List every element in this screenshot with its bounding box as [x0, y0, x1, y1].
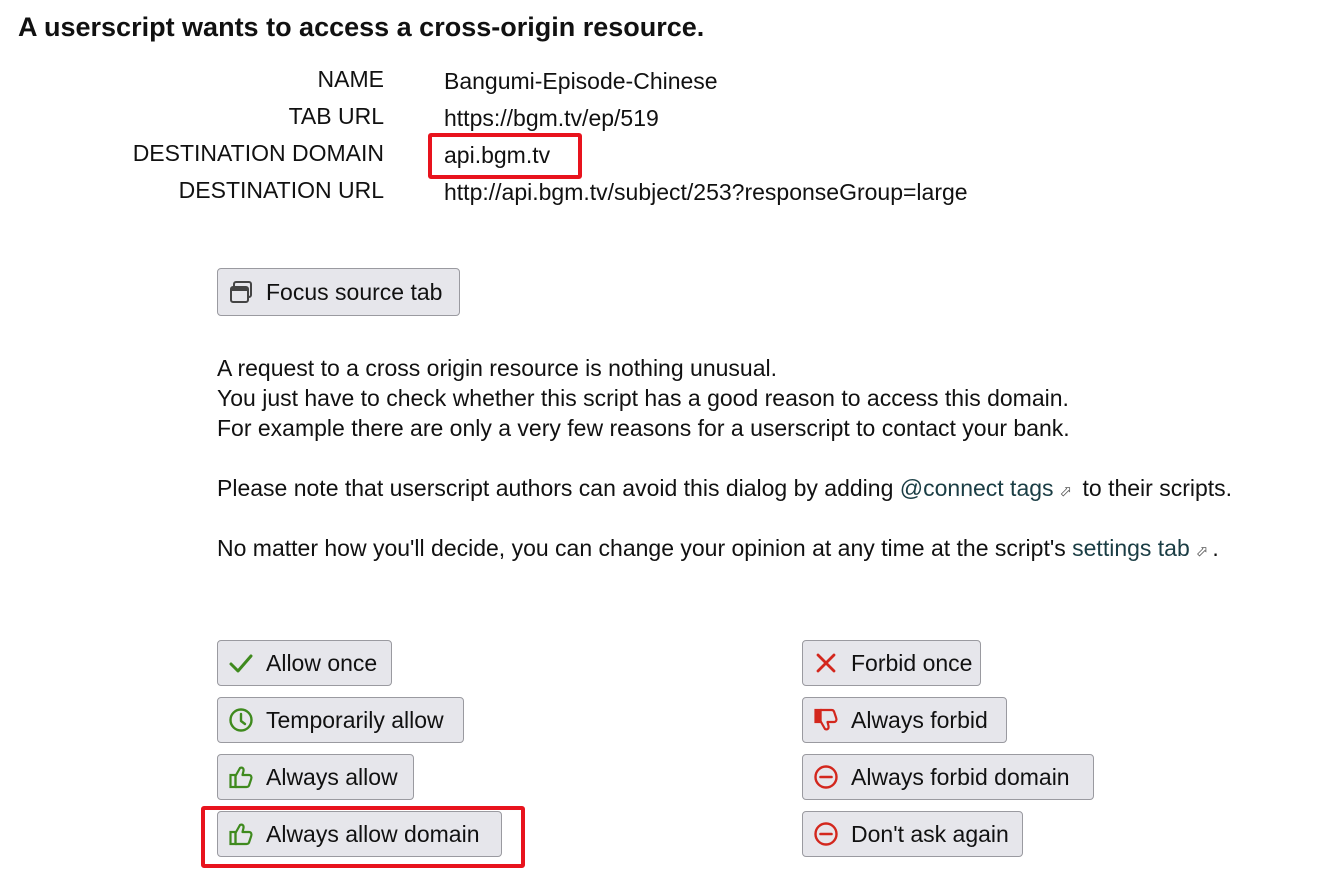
- dont-ask-again-button[interactable]: Don't ask again: [802, 811, 1023, 857]
- always-allow-domain-label: Always allow domain: [266, 820, 480, 847]
- x-icon: [813, 650, 839, 676]
- settings-note-suffix: .: [1212, 535, 1219, 561]
- always-allow-domain-button[interactable]: Always allow domain: [217, 811, 502, 857]
- focus-source-tab-label: Focus source tab: [266, 278, 443, 305]
- temporarily-allow-button[interactable]: Temporarily allow: [217, 697, 464, 743]
- check-icon: [228, 650, 254, 676]
- info-row-destination-url: DESTINATION URL http://api.bgm.tv/subjec…: [0, 177, 1322, 209]
- always-forbid-button[interactable]: Always forbid: [802, 697, 1007, 743]
- thumbs-up-icon: [228, 821, 254, 847]
- connect-note-suffix: to their scripts.: [1076, 475, 1233, 501]
- thumbs-up-icon: [228, 764, 254, 790]
- settings-note-prefix: No matter how you'll decide, you can cha…: [217, 535, 1073, 561]
- clock-icon: [228, 707, 254, 733]
- focus-source-tab-button[interactable]: Focus source tab: [217, 268, 460, 316]
- destination-domain-label: DESTINATION DOMAIN: [132, 140, 384, 166]
- always-forbid-label: Always forbid: [851, 706, 988, 733]
- destination-url-value: http://api.bgm.tv/subject/253?responseGr…: [444, 179, 968, 205]
- connect-note-prefix: Please note that userscript authors can …: [217, 475, 900, 501]
- settings-note: No matter how you'll decide, you can cha…: [217, 533, 1219, 567]
- window-icon: [228, 279, 254, 305]
- dont-ask-again-label: Don't ask again: [851, 820, 1009, 847]
- always-allow-button[interactable]: Always allow: [217, 754, 414, 800]
- allow-once-button[interactable]: Allow once: [217, 640, 392, 686]
- destination-domain-value: api.bgm.tv: [444, 142, 551, 168]
- external-link-icon: ⬀: [1059, 483, 1073, 500]
- connect-tags-link[interactable]: @connect tags: [900, 475, 1054, 501]
- temporarily-allow-label: Temporarily allow: [266, 706, 444, 733]
- destination-url-label: DESTINATION URL: [178, 177, 384, 203]
- external-link-icon: ⬀: [1195, 543, 1209, 560]
- allow-once-label: Allow once: [266, 649, 378, 676]
- connect-note: Please note that userscript authors can …: [217, 473, 1232, 507]
- always-forbid-domain-button[interactable]: Always forbid domain: [802, 754, 1094, 800]
- page-title: A userscript wants to access a cross-ori…: [18, 12, 705, 42]
- minus-circle-icon: [813, 764, 839, 790]
- info-row-name: NAME Bangumi-Episode-Chinese: [0, 66, 1322, 98]
- info-row-tab-url: TAB URL https://bgm.tv/ep/519: [0, 103, 1322, 135]
- tab-url-label: TAB URL: [288, 103, 384, 129]
- minus-circle-icon: [813, 821, 839, 847]
- description-line-3: For example there are only a very few re…: [217, 415, 1070, 441]
- info-row-destination-domain: DESTINATION DOMAIN api.bgm.tv: [0, 140, 1322, 172]
- always-forbid-domain-label: Always forbid domain: [851, 763, 1070, 790]
- description-line-1: A request to a cross origin resource is …: [217, 355, 777, 381]
- name-value: Bangumi-Episode-Chinese: [444, 68, 718, 94]
- settings-tab-link[interactable]: settings tab: [1072, 535, 1190, 561]
- thumbs-down-icon: [813, 707, 839, 733]
- forbid-once-label: Forbid once: [851, 649, 973, 676]
- tab-url-value: https://bgm.tv/ep/519: [444, 105, 659, 131]
- forbid-once-button[interactable]: Forbid once: [802, 640, 981, 686]
- always-allow-label: Always allow: [266, 763, 398, 790]
- description-line-2: You just have to check whether this scri…: [217, 385, 1069, 411]
- name-label: NAME: [317, 66, 384, 92]
